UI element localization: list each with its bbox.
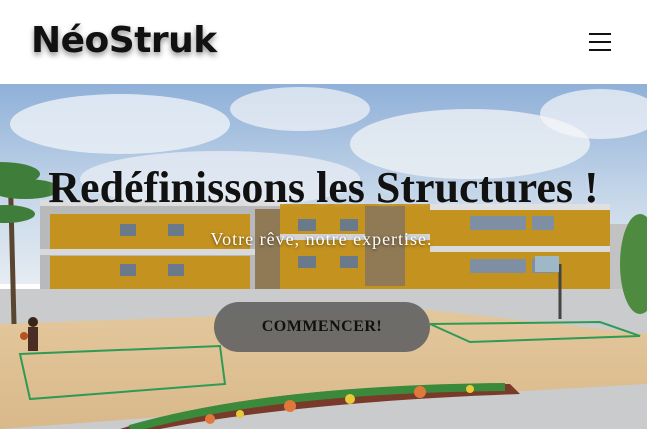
hamburger-menu-icon[interactable] xyxy=(589,31,613,53)
menu-bar xyxy=(589,41,611,43)
hero-title: Redéfinissons les Structures ! xyxy=(48,163,599,212)
hero-subtitle: Votre rêve, notre expertise. xyxy=(210,229,433,249)
hero-section: Redéfinissons les Structures ! Votre rêv… xyxy=(0,84,647,429)
menu-bar xyxy=(589,33,611,35)
menu-bar xyxy=(589,49,611,51)
start-button[interactable]: COMMENCER! xyxy=(214,302,430,352)
brand-logo[interactable]: NéoStruk xyxy=(31,20,217,61)
hero-background-image xyxy=(0,84,647,429)
site-header: NéoStruk xyxy=(0,0,647,84)
